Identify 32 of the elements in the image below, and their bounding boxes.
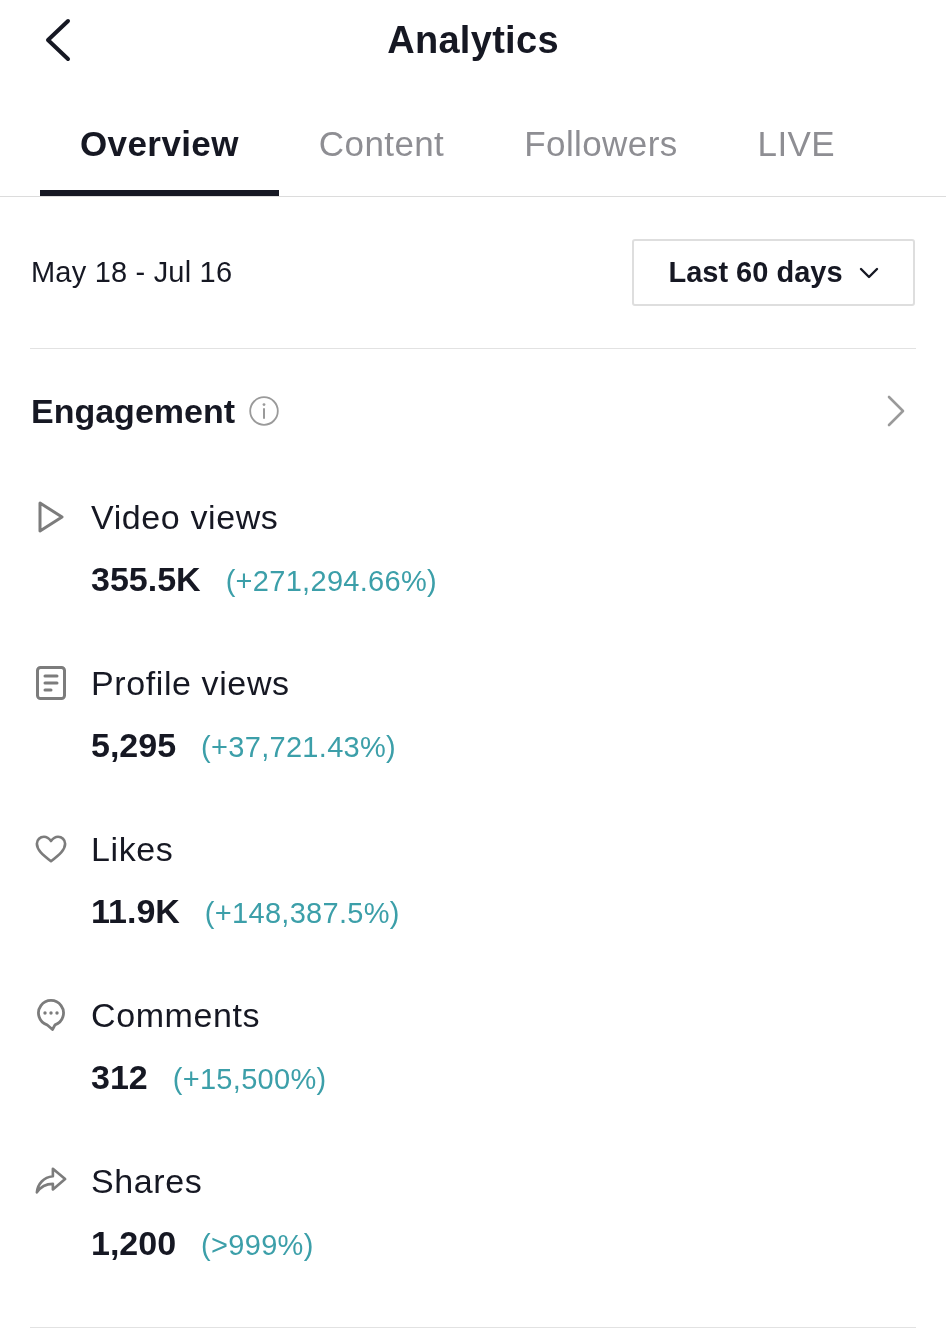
comment-icon bbox=[35, 999, 67, 1031]
metric-change: (+271,294.66%) bbox=[225, 564, 438, 598]
date-range-label: May 18 - Jul 16 bbox=[31, 256, 233, 289]
metric-value: 312 bbox=[91, 1057, 148, 1097]
metric-value: 1,200 bbox=[91, 1223, 177, 1263]
share-icon bbox=[35, 1166, 67, 1196]
document-icon bbox=[36, 666, 66, 700]
tab[interactable]: LIVE bbox=[717, 80, 876, 196]
metric-change: (>999%) bbox=[201, 1228, 314, 1262]
play-icon bbox=[38, 501, 64, 533]
section-title: Engagement bbox=[31, 391, 236, 431]
tab[interactable]: Followers bbox=[484, 80, 718, 196]
metric-change: (+15,500%) bbox=[172, 1062, 327, 1096]
metric-label: Video views bbox=[91, 497, 279, 537]
metric-label: Shares bbox=[91, 1161, 203, 1201]
tab[interactable]: Content bbox=[278, 80, 485, 196]
period-dropdown[interactable]: Last 60 days bbox=[632, 239, 915, 306]
metric-label: Likes bbox=[91, 829, 174, 869]
metric-change: (+37,721.43%) bbox=[201, 730, 397, 764]
caret-icon bbox=[858, 266, 879, 279]
metric-value: 11.9K bbox=[91, 891, 180, 931]
info-icon[interactable] bbox=[249, 396, 280, 426]
metric-label: Comments bbox=[91, 995, 261, 1035]
metric-change: (+148,387.5%) bbox=[204, 896, 400, 930]
page-title: Analytics bbox=[387, 18, 559, 62]
heart-icon bbox=[35, 834, 67, 864]
metric-value: 5,295 bbox=[91, 725, 177, 765]
metric-label: Profile views bbox=[91, 663, 290, 703]
tab[interactable]: Overview bbox=[40, 80, 279, 196]
chevron-right-icon[interactable] bbox=[886, 394, 906, 428]
back-icon[interactable] bbox=[44, 18, 72, 62]
metric-value: 355.5K bbox=[91, 559, 201, 599]
